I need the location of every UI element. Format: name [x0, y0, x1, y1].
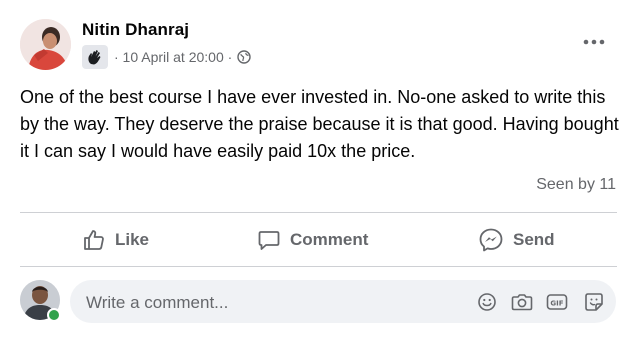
post-timestamp[interactable]: · 10 April at 20:00 · [114, 49, 232, 65]
seen-count[interactable]: Seen by 11 [536, 176, 616, 194]
post-card: Nitin Dhanraj · 10 April at 20:00 · One … [0, 0, 637, 338]
messenger-icon [479, 228, 503, 252]
emoji-icon[interactable] [475, 290, 499, 314]
comment-composer[interactable]: GIF [70, 280, 616, 325]
divider-bottom [20, 266, 617, 267]
svg-text:GIF: GIF [550, 300, 563, 308]
author-name[interactable]: Nitin Dhanraj [82, 20, 189, 40]
online-status-dot [47, 308, 61, 322]
camera-icon[interactable] [510, 290, 534, 314]
comment-label: Comment [290, 230, 369, 249]
like-icon [84, 230, 104, 250]
hand-wave-icon[interactable] [82, 45, 108, 69]
globe-icon[interactable] [236, 49, 252, 65]
send-label: Send [513, 230, 555, 249]
sticker-icon[interactable] [582, 290, 606, 314]
comment-button[interactable]: Comment [257, 222, 368, 258]
divider-top [20, 212, 617, 213]
gif-icon[interactable]: GIF [545, 290, 569, 314]
comment-input[interactable] [84, 280, 458, 325]
send-button[interactable]: Send [478, 222, 555, 258]
author-avatar[interactable] [20, 19, 71, 70]
post-text: One of the best course I have ever inves… [20, 87, 619, 161]
like-button[interactable]: Like [82, 222, 149, 258]
like-label: Like [115, 230, 150, 249]
post-meta: · 10 April at 20:00 · [82, 45, 252, 69]
comment-icon [258, 231, 280, 250]
more-icon[interactable] [578, 28, 610, 56]
